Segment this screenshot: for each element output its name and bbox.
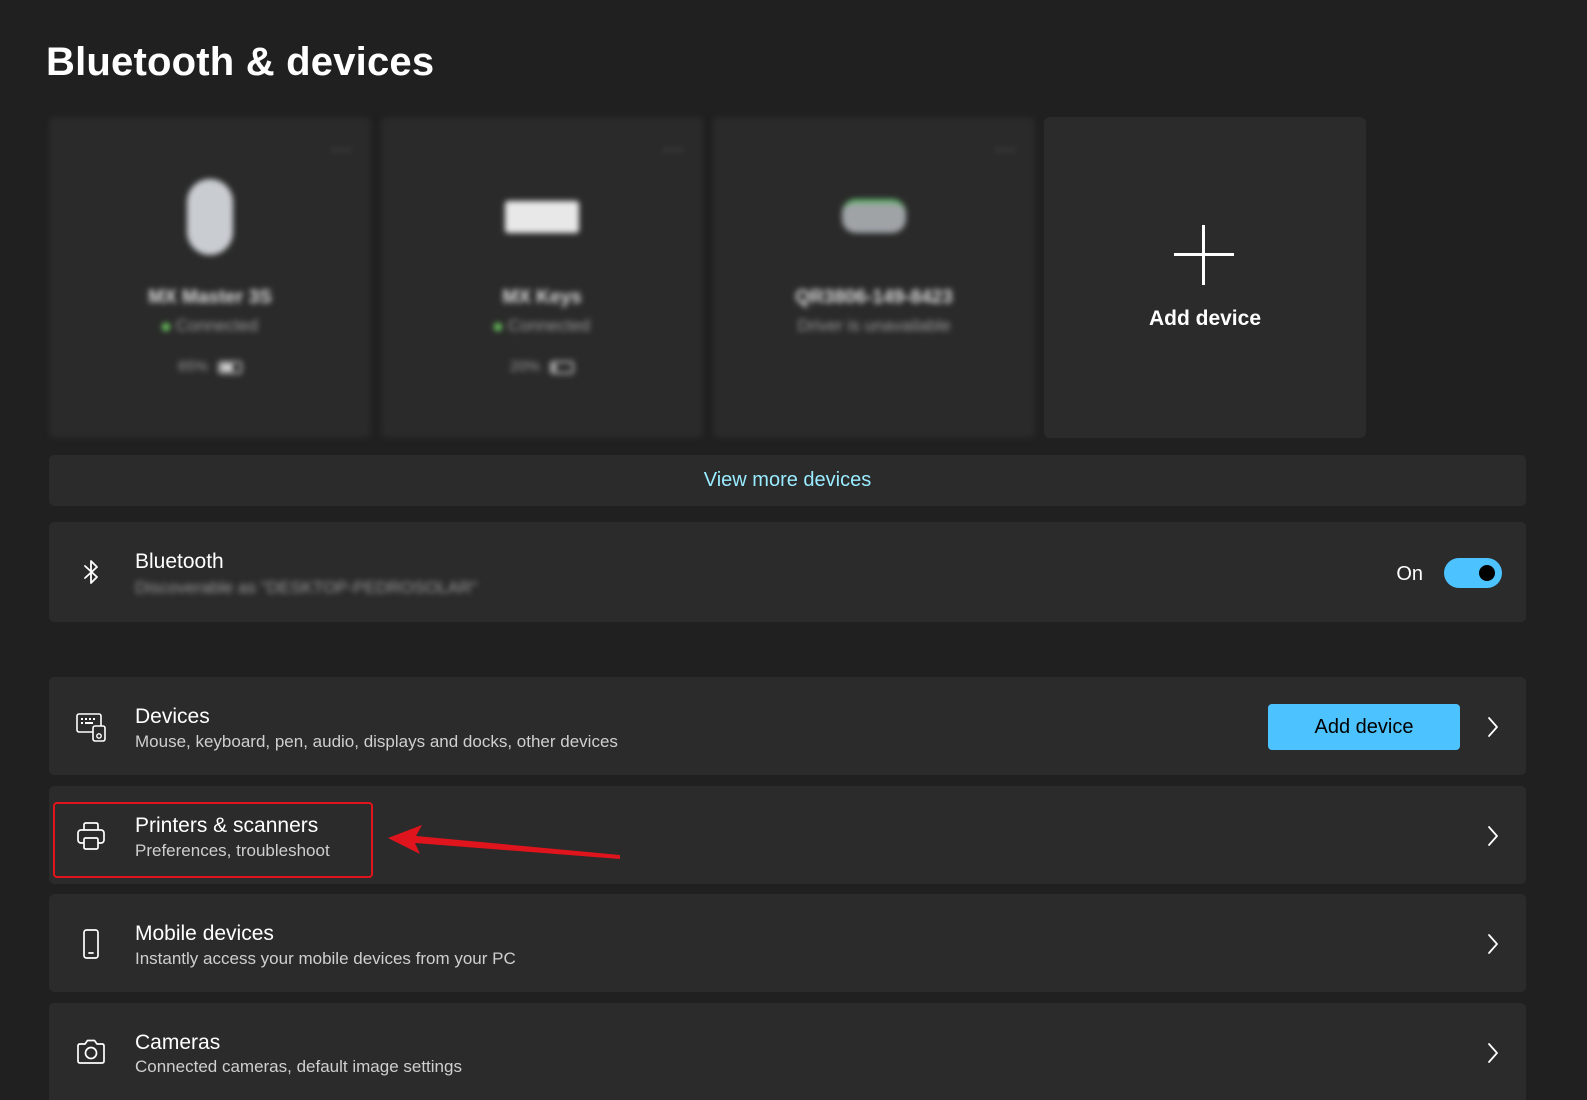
devices-title: Devices [135,705,210,728]
more-options-icon[interactable]: ··· [331,140,351,158]
battery-level: 20% [381,358,703,375]
status-dot-icon [161,322,170,331]
cameras-subtitle: Connected cameras, default image setting… [135,1057,462,1076]
bluetooth-icon [84,560,98,584]
toggle-knob [1479,565,1495,581]
mobile-devices-subtitle: Instantly access your mobile devices fro… [135,949,516,968]
cameras-row[interactable]: Cameras Connected cameras, default image… [49,1003,1526,1100]
cameras-title: Cameras [135,1031,221,1054]
device-name: MX Keys [502,287,582,308]
device-card-keyboard[interactable]: ··· MX Keys Connected 20% [381,117,703,438]
bluetooth-subtitle: Discoverable as "DESKTOP-PEDROSOLAR" [135,578,478,597]
device-name: QR3806-149-8423 [795,287,953,308]
camera-icon [77,1039,105,1064]
phone-icon [83,929,99,959]
annotation-highlight-box [53,802,373,878]
mobile-devices-row[interactable]: Mobile devices Instantly access your mob… [49,894,1526,992]
device-status: Driver is unavailable [797,316,951,335]
battery-icon [218,360,243,374]
chevron-right-icon [1488,1043,1498,1063]
device-card-dock[interactable]: ··· QR3806-149-8423 Driver is unavailabl… [713,117,1035,438]
chevron-right-icon [1488,826,1498,846]
device-status: Connected [381,316,703,336]
device-name: MX Master 3S [148,287,272,308]
devices-subtitle: Mouse, keyboard, pen, audio, displays an… [135,732,618,751]
devices-row[interactable]: Devices Mouse, keyboard, pen, audio, dis… [49,677,1526,775]
mouse-icon [187,179,233,255]
device-status: Connected [49,316,371,336]
devices-icon [76,713,106,742]
chevron-right-icon [1488,934,1498,954]
bluetooth-toggle[interactable] [1444,558,1502,588]
battery-icon [550,360,575,374]
more-options-icon[interactable]: ··· [663,140,683,158]
toggle-state-label: On [1396,563,1423,585]
dock-icon [842,199,906,233]
device-card-mouse[interactable]: ··· MX Master 3S Connected 65% [49,117,371,438]
add-device-card[interactable]: Add device [1044,117,1366,438]
add-device-card-label: Add device [1148,307,1262,330]
status-dot-icon [493,322,502,331]
bluetooth-row: Bluetooth Discoverable as "DESKTOP-PEDRO… [49,522,1526,622]
battery-level: 65% [49,358,371,375]
add-device-button[interactable]: Add device [1268,704,1460,750]
plus-icon [1174,225,1234,285]
bluetooth-title: Bluetooth [135,550,224,573]
page-title: Bluetooth & devices [46,40,435,84]
chevron-right-icon [1488,717,1498,737]
view-more-devices-button[interactable]: View more devices [49,455,1526,506]
more-options-icon[interactable]: ··· [995,140,1015,158]
mobile-devices-title: Mobile devices [135,922,274,945]
annotation-arrow-icon [388,825,620,859]
keyboard-icon [505,201,579,233]
